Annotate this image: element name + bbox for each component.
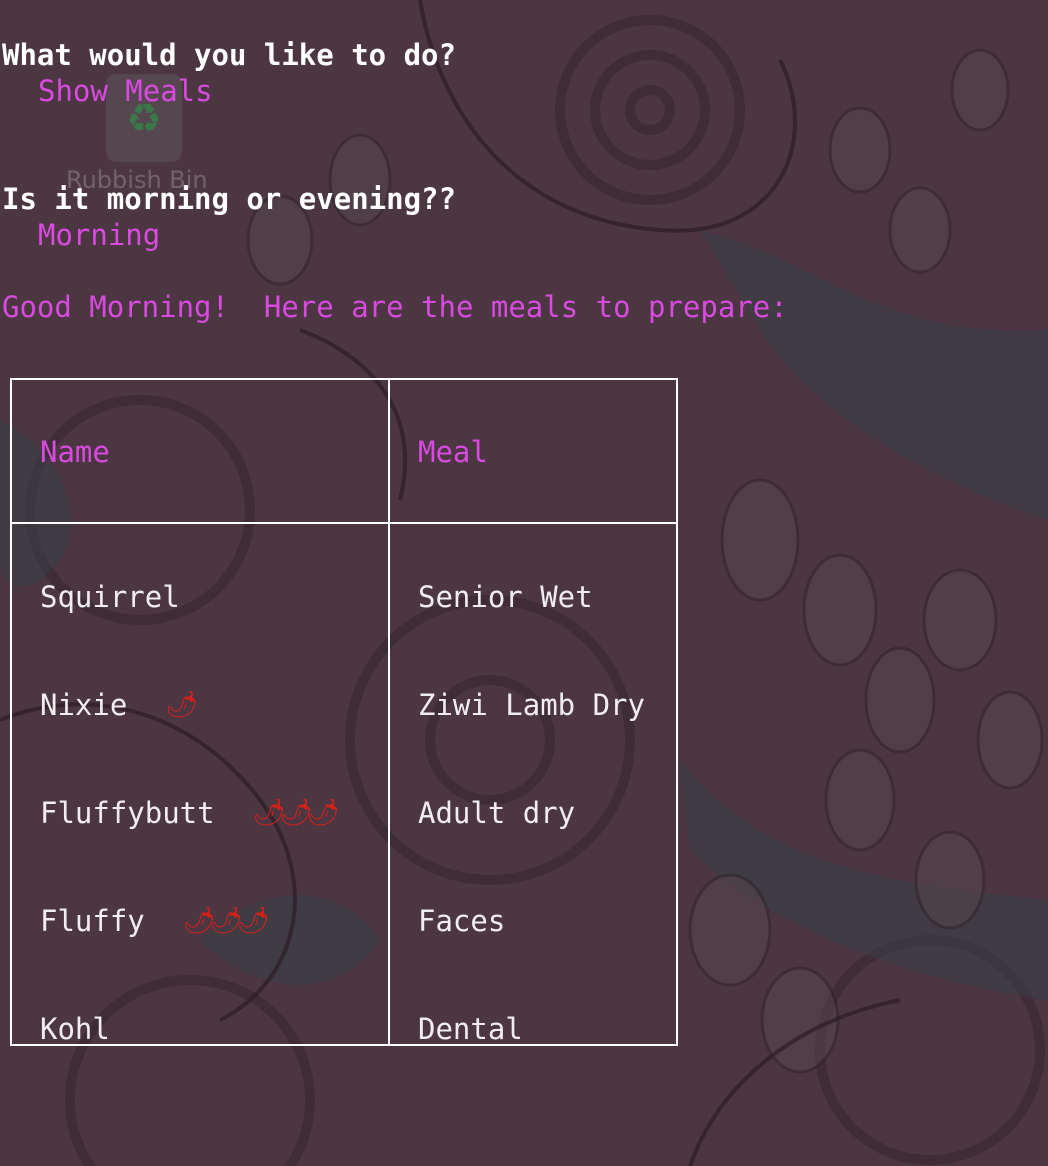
table-row-name: Squirrel — [40, 579, 388, 687]
chili-pepper-icon: 🌶 — [209, 906, 243, 936]
column-header-meal: Meal — [388, 379, 678, 524]
name-column: Squirrel Nixie 🌶 Fluffybutt 🌶🌶🌶 Fluffy 🌶🌶🌶 … — [10, 523, 390, 1046]
table-row-meal: Faces — [418, 904, 506, 938]
pet-name: Squirrel — [40, 580, 180, 614]
table-row-meal: Ziwi Lamb Dry — [418, 688, 645, 722]
pet-name: Nixie — [40, 688, 128, 722]
meals-table: Name Meal Squirrel Nixie 🌶 Fluffybutt 🌶🌶🌶 … — [10, 378, 678, 1046]
table-row-name: Kohl — [40, 1011, 388, 1119]
prompt-question-action: What would you like to do? — [2, 38, 456, 72]
chili-pepper-icon: 🌶 — [306, 798, 340, 828]
table-row-meal: Adult dry — [418, 796, 576, 830]
column-header-name: Name — [10, 379, 390, 524]
chili-pepper-icon: 🌶 — [279, 798, 313, 828]
column-header-meal-label: Meal — [418, 435, 488, 469]
greeting-message: Good Morning! Here are the meals to prep… — [2, 290, 788, 324]
pet-name: Kohl — [40, 1012, 110, 1046]
table-row-meal: Dental — [418, 1012, 523, 1046]
table-row-meal: Senior Wet — [418, 580, 593, 614]
chili-pepper-icon: 🌶 — [182, 906, 216, 936]
prompt-answer-time[interactable]: Morning — [38, 217, 160, 253]
pet-name: Fluffy — [40, 904, 145, 938]
column-header-name-label: Name — [40, 435, 110, 469]
meal-column: Senior Wet Ziwi Lamb Dry Adult dry Faces… — [388, 523, 678, 1046]
terminal-output: What would you like to do? Show Meals Is… — [0, 0, 1048, 1166]
chili-pepper-icon: 🌶 — [236, 906, 270, 936]
prompt-answer-action[interactable]: Show Meals — [38, 73, 213, 109]
table-row-name: Nixie 🌶 — [40, 687, 388, 795]
chili-pepper-icon: 🌶 — [252, 798, 286, 828]
table-row-name: Fluffy 🌶🌶🌶 — [40, 903, 388, 1011]
prompt-question-time: Is it morning or evening?? — [2, 182, 456, 216]
pet-name: Fluffybutt — [40, 796, 215, 830]
table-row-name: Fluffybutt 🌶🌶🌶 — [40, 795, 388, 903]
chili-pepper-icon: 🌶 — [165, 690, 198, 720]
